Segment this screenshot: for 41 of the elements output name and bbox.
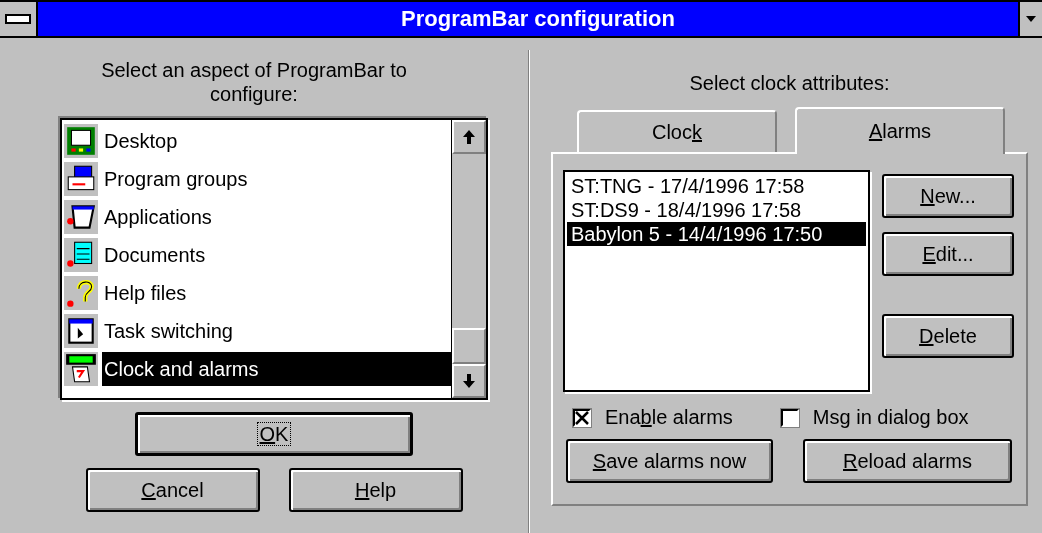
item-icon — [64, 276, 98, 310]
checkbox[interactable] — [573, 408, 591, 427]
list-item[interactable]: Documents — [102, 238, 451, 272]
down-arrow-icon — [1026, 16, 1036, 22]
delete-button[interactable]: Delete — [882, 314, 1014, 358]
scrollbar[interactable] — [451, 120, 486, 398]
reload-alarms-button[interactable]: Reload alarms — [803, 439, 1012, 483]
cancel-button[interactable]: Cancel — [85, 468, 260, 512]
tab[interactable]: Alarms — [795, 107, 1005, 154]
scroll-thumb[interactable] — [452, 328, 486, 364]
checkbox-label[interactable]: Enable alarms — [605, 406, 733, 429]
checkbox-label[interactable]: Msg in dialog box — [812, 406, 969, 429]
list-item[interactable]: Clock and alarms — [102, 352, 451, 386]
list-item[interactable]: Babylon 5 - 14/4/1996 17:50 — [567, 222, 866, 246]
window-title: ProgramBar configuration — [38, 2, 1018, 36]
item-icon — [64, 314, 98, 348]
prompt-text: Select an aspect of ProgramBar to configure: — [100, 58, 408, 106]
help-button[interactable]: Help — [288, 468, 463, 512]
list-item[interactable]: Desktop — [102, 124, 451, 158]
save-alarms-button[interactable]: Save alarms now — [566, 439, 773, 483]
item-icon — [64, 124, 98, 158]
alarm-list[interactable]: ST:TNG - 17/4/1996 17:58 ST:DS9 - 18/4/1996 17:58 Babylon 5 - 14/4/1996 17:50 — [563, 170, 870, 392]
tab[interactable]: Clock — [577, 110, 777, 152]
list-item[interactable]: Help files — [102, 276, 451, 310]
aspect-list[interactable]: Desktop Program groups Applications Documents Help files Task switching Clock and alarms — [60, 118, 488, 400]
list-item[interactable]: ST:DS9 - 18/4/1996 17:58 — [567, 198, 866, 222]
edit-button[interactable]: Edit... — [882, 232, 1014, 276]
new-button[interactable]: New... — [882, 174, 1014, 218]
up-arrow-icon — [463, 130, 475, 144]
list-item[interactable]: Applications — [102, 200, 451, 234]
prompt-text: Select clock attributes: — [688, 71, 891, 95]
item-icon — [64, 162, 98, 196]
list-item[interactable]: Task switching — [102, 314, 451, 348]
item-icon — [64, 200, 98, 234]
ok-button[interactable]: OK — [135, 412, 413, 456]
checkbox[interactable] — [780, 408, 799, 427]
down-arrow-icon — [463, 374, 475, 388]
list-item[interactable]: Program groups — [102, 162, 451, 196]
item-icon — [64, 238, 98, 272]
list-item[interactable]: ST:TNG - 17/4/1996 17:58 — [567, 174, 866, 198]
item-icon — [64, 352, 98, 386]
